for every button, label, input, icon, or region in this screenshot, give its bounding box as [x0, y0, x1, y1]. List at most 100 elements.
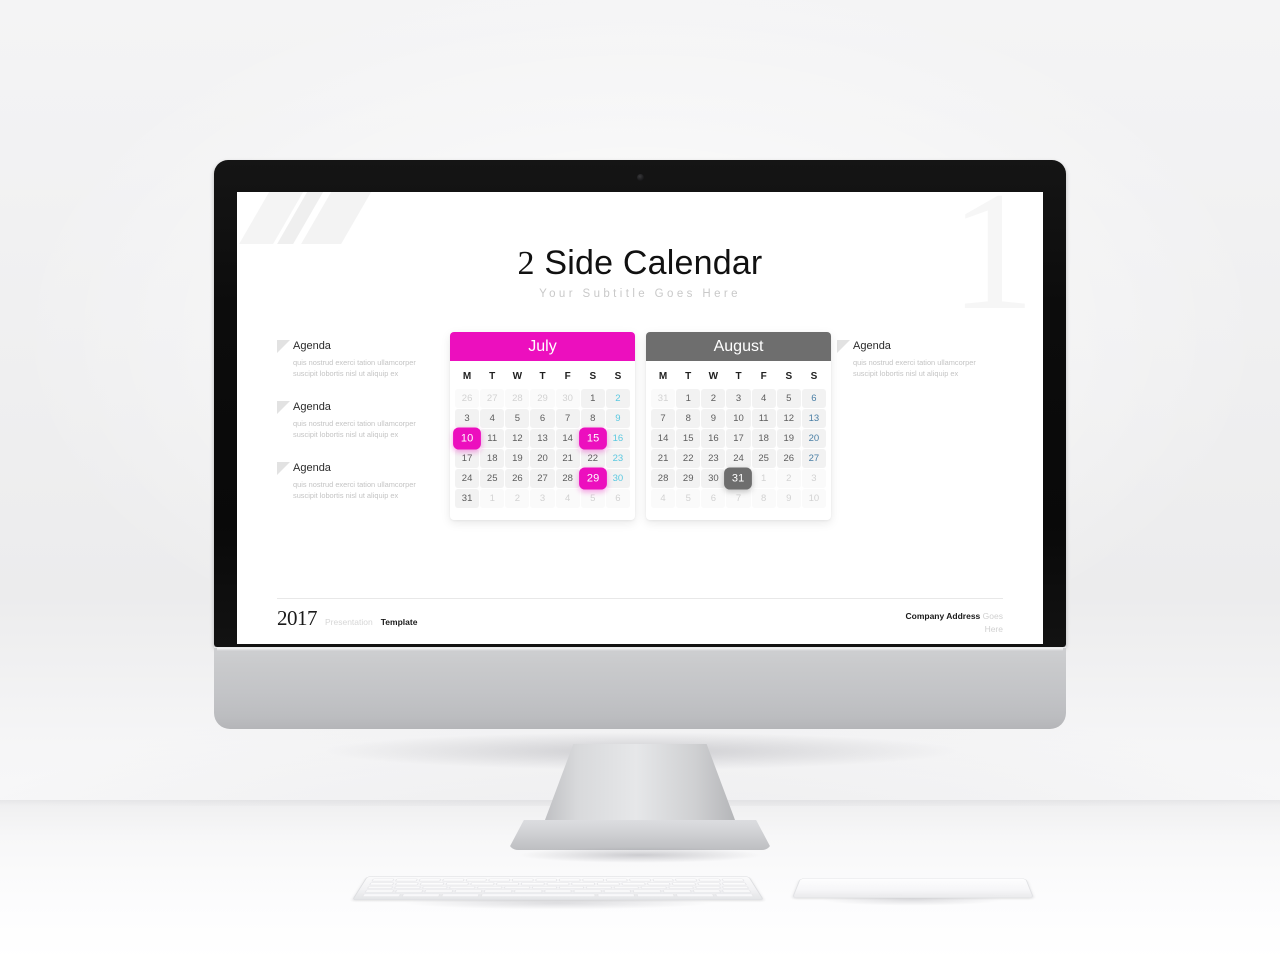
keyboard-key[interactable]	[692, 889, 722, 893]
keyboard-key[interactable]	[512, 878, 534, 882]
calendar-day[interactable]: 6	[605, 489, 630, 508]
keyboard-key[interactable]	[558, 886, 585, 889]
calendar-day[interactable]: 18	[751, 429, 776, 448]
calendar-day[interactable]: 30	[701, 469, 726, 488]
calendar-day-selected[interactable]: 15	[578, 427, 607, 450]
calendar-day[interactable]: 7	[726, 489, 751, 508]
calendar-day[interactable]: 14	[555, 429, 580, 448]
keyboard[interactable]	[352, 876, 764, 900]
calendar-day[interactable]: 5	[580, 489, 605, 508]
calendar-day[interactable]: 3	[801, 469, 826, 488]
calendar-day[interactable]: 16	[605, 429, 630, 448]
calendar-day[interactable]: 9	[776, 489, 801, 508]
keyboard-key[interactable]	[633, 889, 662, 893]
calendar-day[interactable]: 6	[530, 409, 555, 428]
calendar-day[interactable]: 15	[676, 429, 701, 448]
keyboard-key[interactable]	[424, 889, 454, 893]
keyboard-key[interactable]	[394, 882, 420, 886]
keyboard-key[interactable]	[722, 882, 747, 886]
calendar-day[interactable]: 20	[801, 429, 826, 448]
calendar-day[interactable]: 2	[701, 389, 726, 408]
keyboard-key[interactable]	[628, 878, 651, 882]
calendar-day[interactable]: 10	[801, 489, 826, 508]
keyboard-key[interactable]	[573, 889, 602, 893]
calendar-day[interactable]: 8	[751, 489, 776, 508]
keyboard-key[interactable]	[441, 893, 480, 897]
keyboard-key[interactable]	[394, 878, 418, 882]
keyboard-key[interactable]	[715, 893, 755, 897]
keyboard-key[interactable]	[531, 886, 557, 889]
calendar-day[interactable]: 11	[751, 409, 776, 428]
keyboard-key[interactable]	[520, 882, 545, 886]
keyboard-key[interactable]	[364, 889, 394, 893]
calendar-day[interactable]: 8	[676, 409, 701, 428]
keyboard-key[interactable]	[646, 882, 671, 886]
calendar-day-selected[interactable]: 29	[578, 467, 607, 490]
calendar-day[interactable]: 27	[530, 469, 555, 488]
keyboard-key[interactable]	[441, 878, 465, 882]
calendar-day[interactable]: 29	[676, 469, 701, 488]
keyboard-key[interactable]	[401, 893, 441, 897]
keyboard-key[interactable]	[596, 882, 621, 886]
calendar-day[interactable]: 1	[751, 469, 776, 488]
keyboard-key[interactable]	[361, 893, 401, 897]
keyboard-key[interactable]	[488, 878, 511, 882]
calendar-day[interactable]: 28	[555, 469, 580, 488]
calendar-day[interactable]: 24	[455, 469, 480, 488]
keyboard-key[interactable]	[484, 889, 513, 893]
calendar-day[interactable]: 26	[455, 389, 480, 408]
keyboard-key[interactable]	[514, 889, 543, 893]
calendar-day[interactable]: 4	[651, 489, 676, 508]
keyboard-key[interactable]	[694, 886, 722, 889]
calendar-day[interactable]: 30	[605, 469, 630, 488]
calendar-day[interactable]: 4	[480, 409, 505, 428]
keyboard-key[interactable]	[582, 878, 604, 882]
calendar-day[interactable]: 7	[555, 409, 580, 428]
keyboard-key[interactable]	[605, 878, 628, 882]
calendar-day[interactable]: 1	[580, 389, 605, 408]
calendar-day[interactable]: 29	[530, 389, 555, 408]
keyboard-key[interactable]	[621, 882, 646, 886]
keyboard-key[interactable]	[449, 886, 476, 889]
keyboard-key[interactable]	[675, 893, 715, 897]
keyboard-key[interactable]	[722, 889, 752, 893]
keyboard-key[interactable]	[640, 886, 667, 889]
calendar-day[interactable]: 11	[480, 429, 505, 448]
calendar-day[interactable]: 19	[776, 429, 801, 448]
calendar-day-selected[interactable]: 10	[453, 427, 482, 450]
calendar-day[interactable]: 17	[726, 429, 751, 448]
calendar-day[interactable]: 3	[726, 389, 751, 408]
keyboard-key[interactable]	[535, 878, 558, 882]
calendar-day[interactable]: 7	[651, 409, 676, 428]
keyboard-key[interactable]	[613, 886, 640, 889]
calendar-day[interactable]: 28	[651, 469, 676, 488]
keyboard-key[interactable]	[597, 893, 636, 897]
calendar-day[interactable]: 5	[776, 389, 801, 408]
calendar-day[interactable]: 1	[676, 389, 701, 408]
calendar-day[interactable]: 21	[651, 449, 676, 468]
calendar-day[interactable]: 10	[726, 409, 751, 428]
keyboard-key[interactable]	[675, 878, 698, 882]
calendar-day[interactable]: 25	[751, 449, 776, 468]
calendar-day[interactable]: 21	[555, 449, 580, 468]
keyboard-key[interactable]	[722, 886, 750, 889]
calendar-day[interactable]: 2	[776, 469, 801, 488]
keyboard-key[interactable]	[366, 886, 394, 889]
calendar-day[interactable]: 23	[605, 449, 630, 468]
calendar-day[interactable]: 20	[530, 449, 555, 468]
keyboard-key[interactable]	[495, 882, 520, 886]
calendar-day[interactable]: 12	[505, 429, 530, 448]
calendar-day[interactable]: 24	[726, 449, 751, 468]
calendar-day[interactable]: 27	[801, 449, 826, 468]
calendar-day[interactable]: 30	[555, 389, 580, 408]
calendar-day[interactable]: 5	[505, 409, 530, 428]
calendar-day[interactable]: 2	[505, 489, 530, 508]
keyboard-key[interactable]	[470, 882, 495, 886]
keyboard-key[interactable]	[369, 882, 394, 886]
calendar-day[interactable]: 4	[555, 489, 580, 508]
calendar-day[interactable]: 28	[505, 389, 530, 408]
calendar-day[interactable]: 2	[605, 389, 630, 408]
calendar-day[interactable]: 14	[651, 429, 676, 448]
keyboard-key[interactable]	[476, 886, 503, 889]
keyboard-key[interactable]	[543, 889, 572, 893]
